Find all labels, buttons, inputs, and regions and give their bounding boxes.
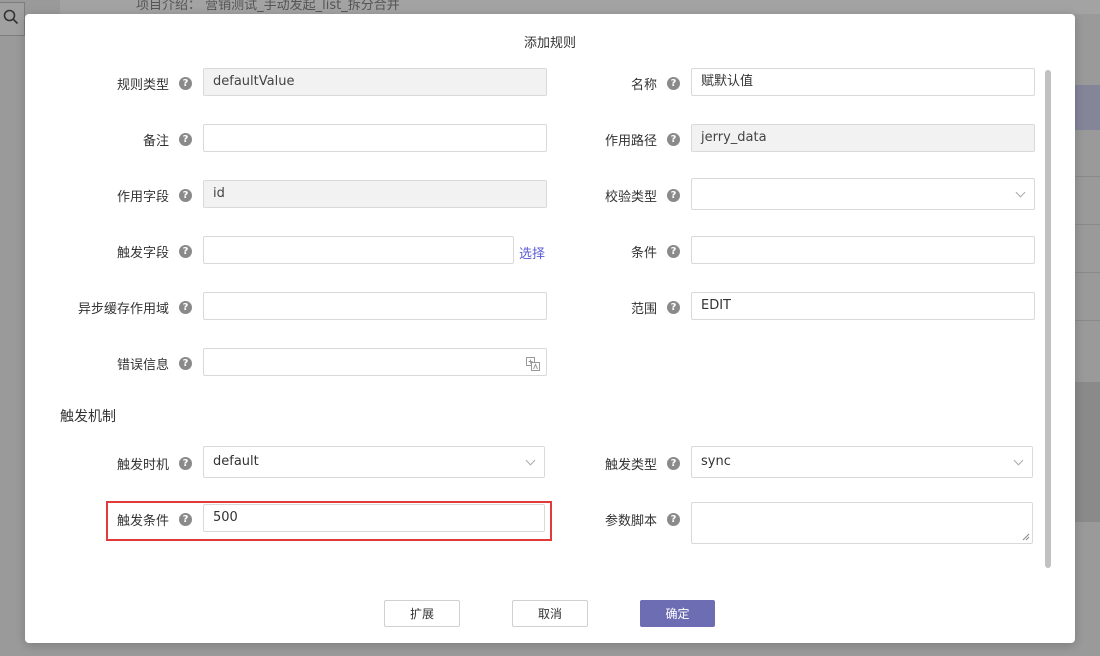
background-panel: [1075, 85, 1100, 130]
range-label: 范围: [630, 302, 657, 317]
condition-label: 条件: [630, 246, 657, 261]
condition-help-icon[interactable]: ?: [667, 245, 680, 258]
trigger-type-value: sync: [701, 454, 731, 469]
background-divider: [1075, 176, 1100, 177]
check-type-select[interactable]: [691, 178, 1035, 210]
rule-type-input[interactable]: defaultValue: [203, 68, 547, 96]
remark-label: 备注: [142, 134, 169, 149]
check-type-help-icon[interactable]: ?: [667, 189, 680, 202]
modal-scrollbar-thumb[interactable]: [1045, 70, 1051, 568]
highlight-box: [106, 501, 552, 541]
trigger-field-input[interactable]: [203, 236, 514, 264]
remark-help-icon[interactable]: ?: [179, 133, 192, 146]
modal-title: 添加规则: [523, 36, 576, 51]
background-header-text: 项目介绍： 营销测试_手动发起_list_拆分合并: [136, 0, 400, 13]
background-divider: [1075, 272, 1100, 273]
confirm-button[interactable]: 确定: [640, 600, 715, 627]
trigger-timing-help-icon[interactable]: ?: [179, 457, 192, 470]
condition-input[interactable]: [691, 236, 1035, 264]
error-msg-input[interactable]: [203, 348, 547, 376]
error-msg-label: 错误信息: [116, 358, 169, 373]
field-help-icon[interactable]: ?: [179, 189, 192, 202]
extend-button[interactable]: 扩展: [384, 600, 460, 627]
chevron-down-icon: [525, 455, 536, 466]
remark-input[interactable]: [203, 124, 547, 152]
path-input[interactable]: jerry_data: [691, 124, 1035, 152]
translate-icon[interactable]: [526, 355, 540, 371]
background-panel: [1075, 382, 1100, 522]
path-help-icon[interactable]: ?: [667, 133, 680, 146]
background-divider: [1075, 320, 1100, 321]
check-type-label: 校验类型: [604, 190, 657, 205]
range-help-icon[interactable]: ?: [667, 301, 680, 314]
name-help-icon[interactable]: ?: [667, 77, 680, 90]
error-msg-help-icon[interactable]: ?: [179, 357, 192, 370]
async-scope-label: 异步缓存作用域: [77, 302, 169, 317]
trigger-type-select[interactable]: sync: [691, 446, 1033, 478]
rule-type-label: 规则类型: [116, 78, 169, 93]
background-search-button[interactable]: [0, 2, 25, 36]
trigger-field-label: 触发字段: [116, 246, 169, 261]
path-label: 作用路径: [604, 134, 657, 149]
select-field-link[interactable]: 选择: [519, 243, 545, 262]
modal-scrollbar[interactable]: [1045, 70, 1051, 568]
background-divider: [1075, 224, 1100, 225]
trigger-timing-label: 触发时机: [116, 458, 169, 473]
trigger-timing-select[interactable]: default: [203, 446, 545, 478]
trigger-timing-value: default: [213, 454, 259, 469]
trigger-type-help-icon[interactable]: ?: [667, 457, 680, 470]
chevron-down-icon: [1015, 187, 1026, 198]
async-scope-help-icon[interactable]: ?: [179, 301, 192, 314]
rule-type-help-icon[interactable]: ?: [179, 77, 192, 90]
trigger-type-label: 触发类型: [604, 458, 657, 473]
trigger-field-help-icon[interactable]: ?: [179, 245, 192, 258]
param-script-label: 参数脚本: [604, 514, 657, 529]
field-label: 作用字段: [116, 190, 169, 205]
search-icon: [3, 9, 19, 29]
background-header: 项目介绍： 营销测试_手动发起_list_拆分合并: [60, 0, 1100, 14]
param-script-textarea[interactable]: [691, 502, 1033, 544]
add-rule-modal: 添加规则 规则类型 ? defaultValue 名称 ? 赋默认值 备注 ? …: [25, 14, 1075, 643]
field-input[interactable]: id: [203, 180, 547, 208]
name-input[interactable]: 赋默认值: [691, 68, 1035, 96]
range-input[interactable]: EDIT: [691, 292, 1035, 320]
param-script-help-icon[interactable]: ?: [667, 513, 680, 526]
cancel-button[interactable]: 取消: [512, 600, 588, 627]
chevron-down-icon: [1013, 455, 1024, 466]
trigger-section-title: 触发机制: [60, 409, 116, 425]
resize-grip-icon[interactable]: [1022, 533, 1030, 541]
async-scope-input[interactable]: [203, 292, 547, 320]
name-label: 名称: [630, 78, 657, 93]
